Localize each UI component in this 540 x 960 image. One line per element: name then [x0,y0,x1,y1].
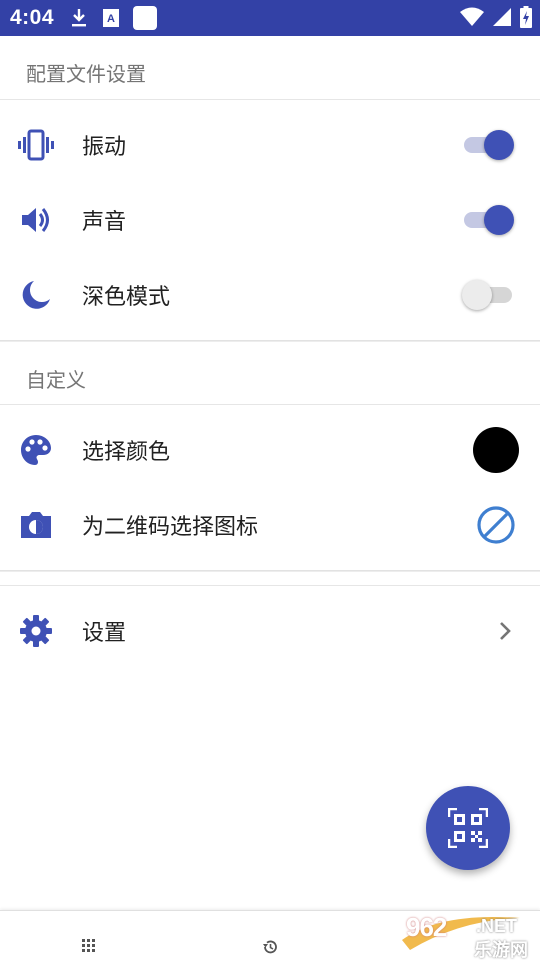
palette-icon [21,435,51,465]
grid-icon[interactable] [82,939,96,953]
divider [0,340,540,342]
a-notification-icon: A [103,9,119,27]
svg-text:A: A [107,13,115,25]
signal-icon [493,8,511,26]
history-icon[interactable] [262,939,278,955]
setting-row-choose-qr-icon[interactable]: 为二维码选择图标 [0,488,540,562]
divider [0,99,540,100]
status-bar: 4:04 A [0,0,540,36]
scan-qr-fab[interactable] [426,786,510,870]
blank-notification-icon [133,6,157,30]
volume-icon [22,208,49,232]
chevron-right-icon [500,622,511,640]
setting-row-sound[interactable]: 声音 [0,183,540,257]
moon-icon [22,281,50,309]
divider [0,570,540,572]
dark-mode-switch[interactable] [462,279,514,311]
setting-label: 选择颜色 [82,440,171,465]
vibration-icon [18,129,54,161]
setting-label: 深色模式 [82,285,171,310]
setting-label: 为二维码选择图标 [82,515,259,540]
setting-label: 声音 [82,210,127,235]
download-icon [72,9,86,27]
battery-charging-icon [520,6,532,28]
section-header-profile: 配置文件设置 [26,62,146,86]
wifi-icon [460,7,484,26]
divider [0,404,540,405]
setting-label: 振动 [82,135,127,160]
watermark-logo: 962 .NET 乐游网 [400,910,540,960]
setting-row-settings[interactable]: 设置 [0,594,540,668]
camera-switch-icon [21,512,51,538]
sound-switch[interactable] [462,204,514,236]
vibration-switch[interactable] [462,129,514,161]
qr-code-icon [448,808,488,848]
setting-label: 设置 [82,621,127,646]
setting-row-vibration[interactable]: 振动 [0,108,540,182]
divider [0,585,540,586]
section-header-custom: 自定义 [26,368,86,392]
block-icon[interactable] [476,505,516,545]
setting-row-dark-mode[interactable]: 深色模式 [0,258,540,332]
watermark-suffix: .NET [476,916,518,936]
status-indicators [460,6,532,28]
watermark-name: 乐游网 [474,940,528,960]
gear-icon [20,615,52,647]
status-time: 4:04 [10,6,55,29]
watermark-number: 962 [406,912,447,942]
color-swatch[interactable] [473,427,519,473]
setting-row-choose-color[interactable]: 选择颜色 [0,413,540,487]
